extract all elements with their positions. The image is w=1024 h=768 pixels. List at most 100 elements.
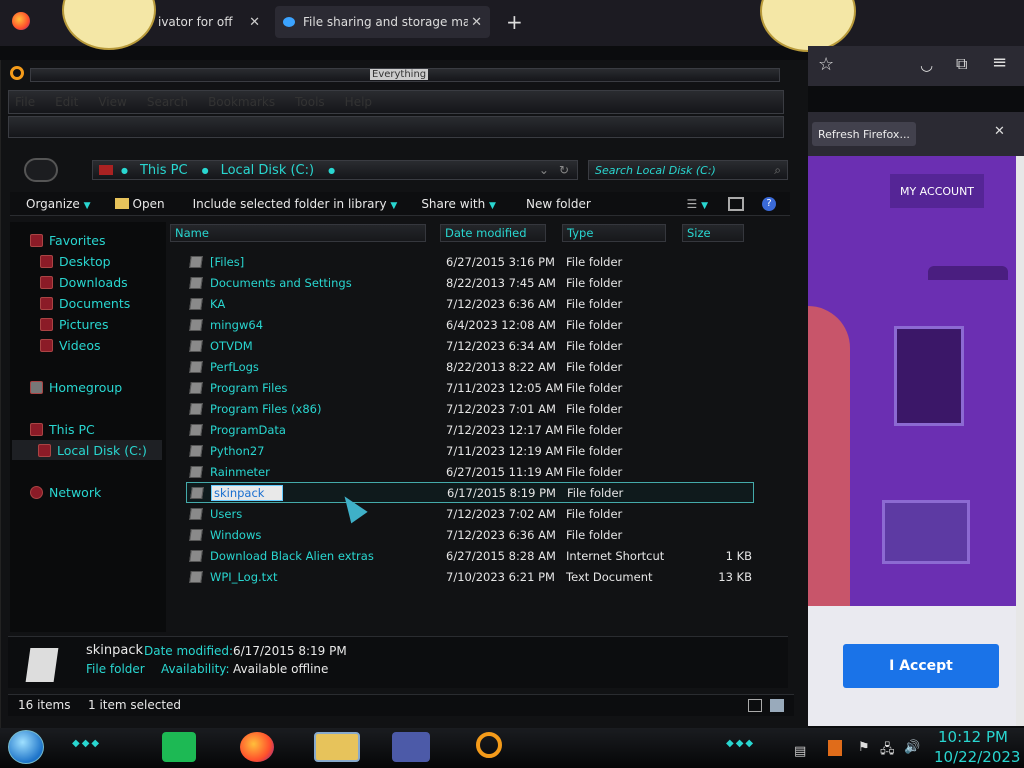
network-icon: [30, 485, 43, 499]
table-row[interactable]: ProgramData 7/12/2023 12:17 AM File folder: [186, 419, 754, 440]
close-icon[interactable]: ✕: [994, 124, 1005, 139]
menu-file[interactable]: File: [15, 95, 35, 109]
accept-button[interactable]: I Accept: [843, 644, 999, 688]
table-row[interactable]: Program Files 7/11/2023 12:05 AM File fold…: [186, 377, 754, 398]
table-row[interactable]: Rainmeter 6/27/2015 11:19 AM File folder: [186, 461, 754, 482]
back-button[interactable]: [24, 158, 58, 182]
web-page-content: MY ACCOUNT: [808, 156, 1016, 606]
table-row[interactable]: KA 7/12/2023 6:36 AM File folder: [186, 293, 754, 314]
view-options-icon[interactable]: ☰ ▼: [687, 197, 709, 211]
nav-homegroup[interactable]: Homegroup: [30, 377, 122, 397]
open-button[interactable]: Open: [114, 196, 165, 211]
menu-tools[interactable]: Tools: [295, 95, 325, 109]
file-size: 13 KB: [718, 569, 752, 584]
column-type[interactable]: Type: [562, 224, 666, 242]
new-tab-button[interactable]: +: [506, 10, 523, 34]
table-row[interactable]: Program Files (x86) 7/12/2023 7:01 AM File…: [186, 398, 754, 419]
pictures-icon: [40, 317, 53, 331]
folder-icon: [189, 465, 203, 478]
folder-icon: [189, 360, 203, 373]
nav-pictures[interactable]: Pictures: [40, 314, 109, 334]
file-explorer-taskbar-icon[interactable]: [314, 732, 360, 762]
new-folder-button[interactable]: New folder: [526, 197, 591, 211]
file-date: 6/27/2015 11:19 AM: [446, 464, 564, 479]
preview-pane-icon[interactable]: [728, 196, 744, 211]
address-bar[interactable]: ● This PC ● Local Disk (C:) ● ⌄ ↻: [92, 160, 578, 180]
column-label: Size: [687, 226, 711, 240]
table-row[interactable]: Documents and Settings 8/22/2013 7:45 AM F…: [186, 272, 754, 293]
search-local-disk-input[interactable]: Search Local Disk (C:) ⌕: [588, 160, 788, 180]
menu-edit[interactable]: Edit: [55, 95, 78, 109]
file-name: [Files]: [210, 254, 245, 269]
breadcrumb-local-disk[interactable]: Local Disk (C:): [221, 163, 314, 178]
file-name: ProgramData: [210, 422, 286, 437]
column-date-modified[interactable]: Date modified: [440, 224, 546, 242]
column-name[interactable]: Name: [170, 224, 426, 242]
column-size[interactable]: Size: [682, 224, 744, 242]
breadcrumb-this-pc[interactable]: This PC: [140, 163, 188, 178]
tray-app-icon[interactable]: [828, 740, 842, 756]
nav-downloads[interactable]: Downloads: [40, 272, 128, 292]
menu-view[interactable]: View: [98, 95, 126, 109]
organize-button[interactable]: Organize ▼: [26, 197, 91, 211]
refresh-firefox-button[interactable]: Refresh Firefox...: [812, 122, 916, 146]
table-row[interactable]: WPI_Log.txt 7/10/2023 6:21 PM Text Documen…: [186, 566, 754, 587]
my-account-button[interactable]: MY ACCOUNT: [890, 174, 984, 208]
open-label: Open: [132, 196, 165, 211]
firefox-logo-icon[interactable]: [12, 12, 30, 30]
tab-file-sharing[interactable]: File sharing and storage made s ✕: [275, 6, 490, 38]
refresh-icon[interactable]: ↻: [559, 163, 569, 177]
nav-local-disk[interactable]: Local Disk (C:): [12, 440, 162, 460]
pocket-icon[interactable]: ◡: [920, 56, 933, 74]
thumbnail-view-icon[interactable]: [770, 699, 784, 712]
nav-this-pc[interactable]: This PC: [30, 419, 95, 439]
nav-desktop[interactable]: Desktop: [40, 251, 111, 271]
table-row[interactable]: Download Black Alien extras 6/27/2015 8:2…: [186, 545, 754, 566]
computer-icon: [99, 165, 113, 175]
start-button[interactable]: [8, 730, 44, 764]
search-icon[interactable]: ⌕: [774, 163, 781, 178]
clock-time[interactable]: 10:12 PM: [938, 728, 1008, 746]
menu-icon[interactable]: ≡: [992, 52, 1007, 73]
search-app-icon[interactable]: [476, 732, 502, 758]
extensions-icon[interactable]: ⧉: [956, 54, 967, 74]
table-row[interactable]: skinpack 6/17/2015 8:19 PM File folder: [186, 482, 754, 503]
menu-help[interactable]: Help: [345, 95, 372, 109]
keyboard-icon[interactable]: ▤: [794, 744, 806, 759]
table-row[interactable]: [Files] 6/27/2015 3:16 PM File folder: [186, 251, 754, 272]
documents-icon: [40, 296, 53, 310]
chevron-down-icon[interactable]: ⌄: [539, 163, 549, 177]
table-row[interactable]: OTVDM 7/12/2023 6:34 AM File folder: [186, 335, 754, 356]
menu-search[interactable]: Search: [147, 95, 188, 109]
menu-bookmarks[interactable]: Bookmarks: [208, 95, 275, 109]
nav-network[interactable]: Network: [30, 482, 101, 502]
flag-icon[interactable]: ⚑: [858, 740, 870, 755]
close-icon[interactable]: ✕: [471, 15, 482, 30]
share-with-button[interactable]: Share with ▼: [421, 197, 496, 211]
nav-favorites[interactable]: Favorites: [30, 230, 105, 250]
breadcrumb-sep-icon: ●: [201, 165, 209, 175]
firefox-taskbar-icon[interactable]: [240, 732, 274, 762]
folder-icon: [189, 381, 203, 394]
file-name: WPI_Log.txt: [210, 569, 278, 584]
help-icon[interactable]: ?: [762, 196, 776, 211]
table-row[interactable]: Python27 7/11/2023 12:19 AM File folder: [186, 440, 754, 461]
window-app-icon[interactable]: [392, 732, 430, 762]
volume-icon[interactable]: 🔊: [904, 740, 920, 755]
network-tray-icon[interactable]: 🖧: [880, 740, 895, 762]
table-row[interactable]: Windows 7/12/2023 6:36 AM File folder: [186, 524, 754, 545]
page-scrollbar[interactable]: [1016, 156, 1024, 726]
tab-activator[interactable]: ivator for off ✕: [150, 6, 268, 38]
notes-app-icon[interactable]: [162, 732, 196, 762]
table-row[interactable]: PerfLogs 8/22/2013 8:22 AM File folder: [186, 356, 754, 377]
nav-documents[interactable]: Documents: [40, 293, 130, 313]
search-icon[interactable]: [10, 66, 24, 80]
include-library-button[interactable]: Include selected folder in library ▼: [193, 197, 398, 211]
details-view-icon[interactable]: [748, 699, 762, 712]
table-row[interactable]: Users 7/12/2023 7:02 AM File folder: [186, 503, 754, 524]
nav-videos[interactable]: Videos: [40, 335, 101, 355]
clock-date[interactable]: 10/22/2023: [934, 748, 1020, 766]
close-icon[interactable]: ✕: [249, 15, 260, 30]
star-icon[interactable]: ☆: [818, 54, 834, 75]
table-row[interactable]: mingw64 6/4/2023 12:08 AM File folder: [186, 314, 754, 335]
